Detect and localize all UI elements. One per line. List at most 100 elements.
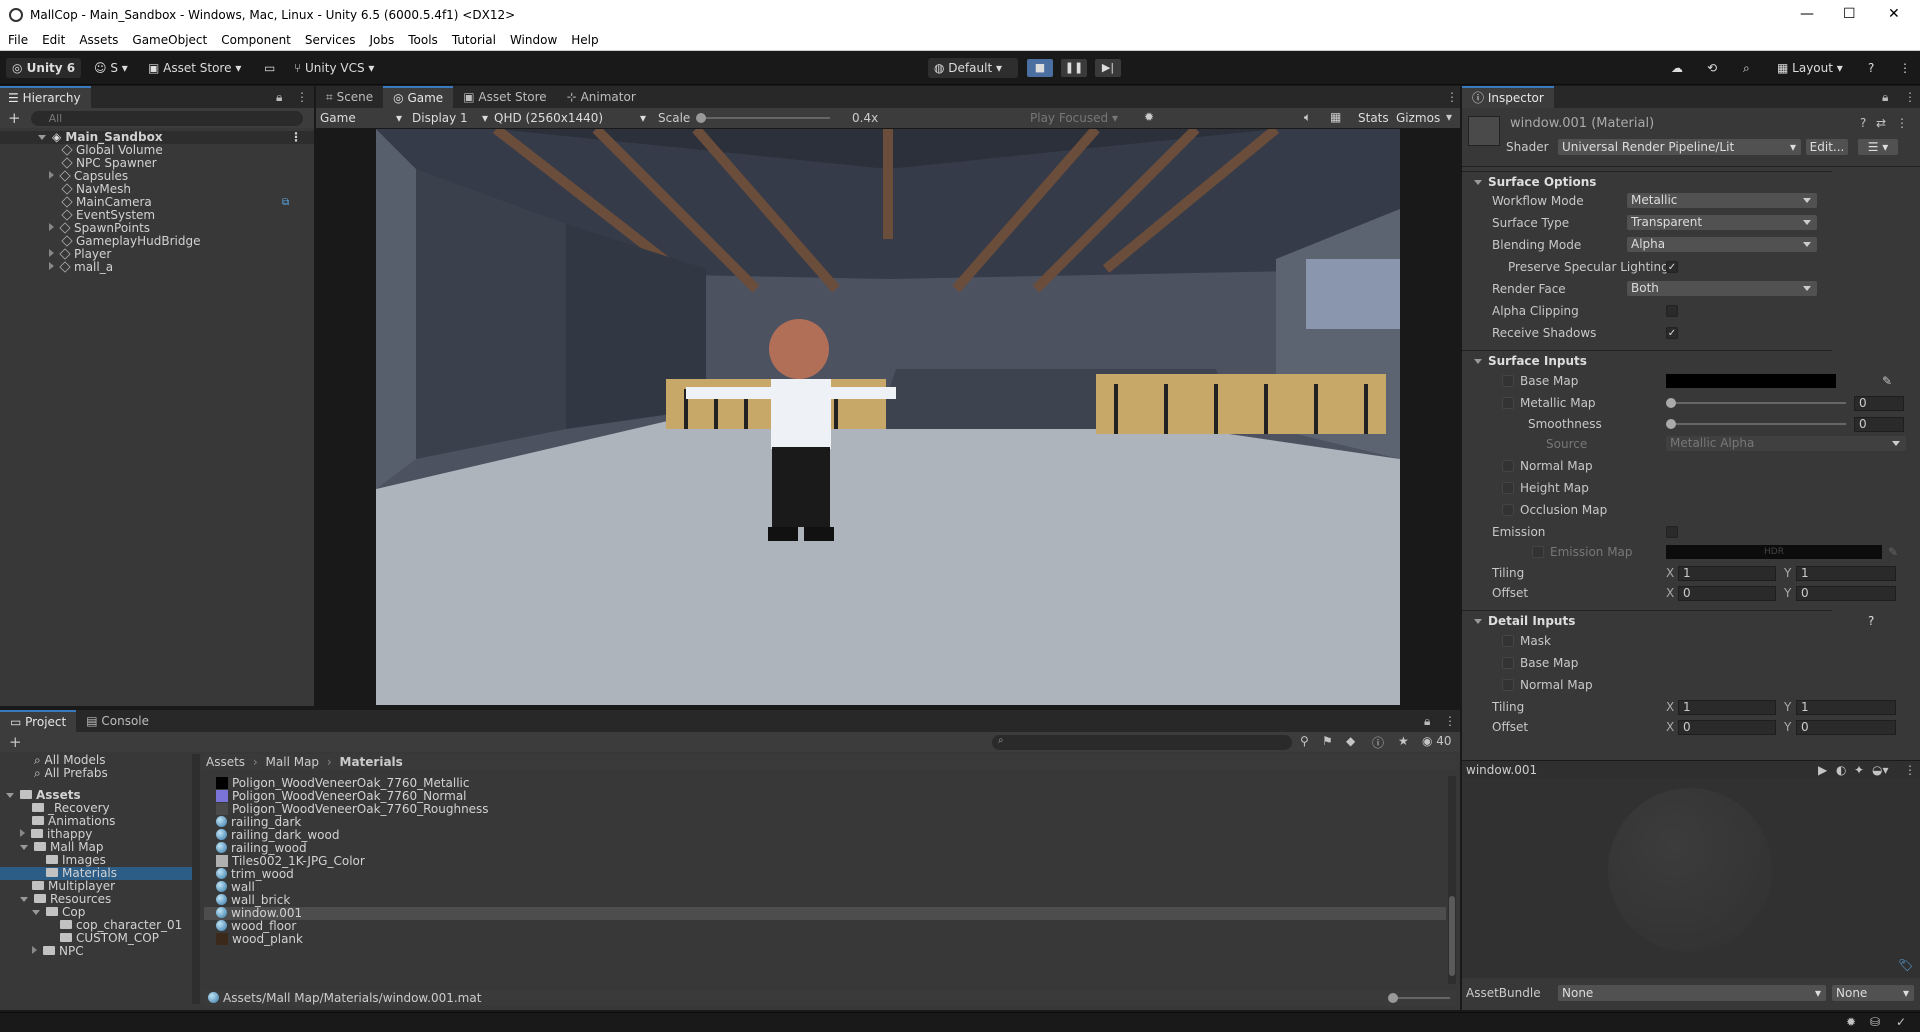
render-face-dropdown[interactable]: Both bbox=[1627, 281, 1817, 296]
surface-type-dropdown[interactable]: Transparent bbox=[1627, 215, 1817, 230]
account-button[interactable]: ☺ S ▾ bbox=[88, 58, 134, 78]
hierarchy-item[interactable]: GameplayHudBridge bbox=[0, 235, 314, 248]
tree-item[interactable]: Resources bbox=[0, 893, 200, 906]
expand-arrow-icon[interactable] bbox=[38, 135, 46, 140]
status-check-icon[interactable]: ✓ bbox=[1896, 1015, 1906, 1029]
normal-map-slot[interactable] bbox=[1502, 460, 1514, 472]
tab-console[interactable]: ▤ Console bbox=[76, 710, 159, 732]
lock-icon[interactable]: 🔒︎ bbox=[1882, 90, 1888, 105]
cloud-icon[interactable]: ☁ bbox=[1665, 58, 1689, 78]
tree-item[interactable]: CUSTOM_COP bbox=[0, 932, 200, 945]
menu-assets[interactable]: Assets bbox=[79, 30, 118, 50]
menu-dots-icon[interactable]: ⋮ bbox=[1444, 714, 1456, 728]
file-item[interactable]: railing_dark bbox=[216, 816, 1446, 829]
display-dropdown[interactable]: Display 1 ▾ bbox=[412, 110, 488, 126]
file-item[interactable]: trim_wood bbox=[216, 868, 1446, 881]
asset-bundle-dropdown[interactable]: None ▾ bbox=[1558, 985, 1826, 1001]
preserve-specular-checkbox[interactable]: ✓ bbox=[1666, 261, 1678, 273]
center-menu-icon[interactable]: ⋮ bbox=[1446, 90, 1458, 104]
detail-offset-x-field[interactable]: 0 bbox=[1678, 720, 1776, 735]
expand-arrow-icon[interactable] bbox=[32, 946, 37, 954]
asset-bundle-variant-dropdown[interactable]: None ▾ bbox=[1832, 985, 1914, 1001]
info-icon[interactable]: ⓘ bbox=[1372, 734, 1384, 751]
lock-icon[interactable]: 🔒︎ bbox=[276, 90, 282, 105]
step-button[interactable]: ▶| bbox=[1095, 59, 1121, 77]
debug-icon[interactable]: ✹ bbox=[1846, 1015, 1856, 1029]
expand-arrow-icon[interactable] bbox=[6, 793, 14, 798]
tab-hierarchy[interactable]: ☰ Hierarchy bbox=[0, 86, 91, 108]
expand-arrow-icon[interactable] bbox=[20, 845, 28, 850]
help-icon[interactable]: ? bbox=[1868, 611, 1874, 631]
base-map-color[interactable] bbox=[1666, 374, 1836, 388]
layout-default-dropdown[interactable]: ◍ Default ▾ bbox=[928, 58, 1018, 78]
preset-icon[interactable]: ⇄ bbox=[1876, 116, 1886, 130]
hierarchy-item[interactable]: NavMesh bbox=[0, 183, 314, 196]
more-icon[interactable]: ⋮ bbox=[1893, 58, 1917, 78]
file-scrollbar[interactable] bbox=[1448, 776, 1456, 984]
icon-size-slider-handle[interactable] bbox=[1388, 993, 1398, 1003]
tab-inspector[interactable]: ⓘ Inspector bbox=[1462, 86, 1554, 108]
cache-icon[interactable]: ⛁ bbox=[1870, 1015, 1880, 1029]
menu-component[interactable]: Component bbox=[221, 30, 291, 50]
favorite-item[interactable]: ⌕ All Prefabs bbox=[0, 767, 200, 780]
search-icon[interactable]: ⌕ bbox=[1737, 58, 1756, 78]
filter-type-icon[interactable]: ⚲ bbox=[1300, 734, 1309, 748]
detail-mask-slot[interactable] bbox=[1502, 635, 1514, 647]
hierarchy-search-input[interactable]: All bbox=[30, 110, 303, 126]
metallic-value-field[interactable]: 0 bbox=[1854, 396, 1904, 411]
metallic-slider[interactable] bbox=[1666, 398, 1846, 408]
metallic-slider-handle[interactable] bbox=[1666, 398, 1676, 408]
label-tag-icon[interactable]: 🏷︎ bbox=[1898, 958, 1913, 972]
hierarchy-item[interactable]: NPC Spawner bbox=[0, 157, 314, 170]
hierarchy-item[interactable]: MainCamera ⧉ bbox=[0, 196, 314, 209]
hierarchy-item[interactable]: EventSystem bbox=[0, 209, 314, 222]
menu-services[interactable]: Services bbox=[305, 30, 356, 50]
file-item[interactable]: railing_dark_wood bbox=[216, 829, 1446, 842]
tiling-y-field[interactable]: 1 bbox=[1796, 566, 1896, 581]
smoothness-value-field[interactable]: 0 bbox=[1854, 417, 1904, 432]
menu-edit[interactable]: Edit bbox=[42, 30, 65, 50]
emission-color[interactable]: HDR bbox=[1666, 545, 1882, 559]
blending-dropdown[interactable]: Alpha bbox=[1627, 237, 1817, 252]
file-item[interactable]: wall bbox=[216, 881, 1446, 894]
minimize-button[interactable]: — bbox=[1800, 6, 1814, 22]
icon-size-slider[interactable] bbox=[1388, 993, 1450, 1003]
tab-scene[interactable]: ⌗ Scene bbox=[316, 86, 383, 108]
hierarchy-item[interactable]: Capsules bbox=[0, 170, 314, 183]
preview-light-icon[interactable]: ✦ bbox=[1854, 763, 1864, 777]
receive-shadows-checkbox[interactable]: ✓ bbox=[1666, 327, 1678, 339]
layout-dropdown[interactable]: ▦ Layout ▾ bbox=[1771, 58, 1849, 78]
expand-arrow-icon[interactable] bbox=[20, 829, 25, 837]
source-dropdown[interactable]: Metallic Alpha bbox=[1666, 436, 1906, 451]
detail-normal-map-slot[interactable] bbox=[1502, 679, 1514, 691]
hierarchy-item[interactable]: mall_a bbox=[0, 261, 314, 274]
menu-jobs[interactable]: Jobs bbox=[370, 30, 395, 50]
menu-help[interactable]: Help bbox=[571, 30, 598, 50]
height-map-slot[interactable] bbox=[1502, 482, 1514, 494]
gizmos-button[interactable]: Gizmos bbox=[1396, 111, 1440, 125]
tag-icon[interactable]: ◆ bbox=[1346, 734, 1355, 748]
detail-offset-y-field[interactable]: 0 bbox=[1796, 720, 1896, 735]
file-item[interactable]: Tiles002_1K-JPG_Color bbox=[216, 855, 1446, 868]
play-focus-dropdown[interactable]: Play Focused ▾ bbox=[1030, 111, 1138, 125]
expand-arrow-icon[interactable] bbox=[1474, 619, 1482, 624]
filter-label-icon[interactable]: ⚑ bbox=[1322, 734, 1333, 748]
chevron-down-icon[interactable]: ▾ bbox=[1446, 110, 1452, 124]
menu-dots-icon[interactable]: ⋮ bbox=[1904, 90, 1916, 104]
preview-mesh-icon[interactable]: ◐ bbox=[1836, 763, 1846, 777]
file-item[interactable]: wood_floor bbox=[216, 920, 1446, 933]
tree-item[interactable]: Animations bbox=[0, 815, 200, 828]
eyedropper-icon[interactable]: ✎ bbox=[1888, 543, 1898, 561]
tab-game[interactable]: ◎ Game bbox=[383, 86, 454, 108]
game-render[interactable] bbox=[376, 129, 1400, 705]
file-item[interactable]: Poligon_WoodVeneerOak_7760_Roughness bbox=[216, 803, 1446, 816]
breadcrumb-mall-map[interactable]: Mall Map bbox=[266, 755, 320, 769]
history-icon[interactable]: ⟲ bbox=[1701, 58, 1723, 78]
surface-options-header[interactable]: Surface Options bbox=[1462, 171, 1832, 191]
expand-arrow-icon[interactable] bbox=[49, 171, 54, 179]
tree-scrollbar[interactable] bbox=[192, 754, 200, 1004]
eyedropper-icon[interactable]: ✎ bbox=[1882, 372, 1892, 390]
file-item[interactable]: wall_brick bbox=[216, 894, 1446, 907]
stats-button[interactable]: Stats bbox=[1358, 111, 1389, 125]
file-item-selected[interactable]: window.001 bbox=[204, 907, 1446, 920]
